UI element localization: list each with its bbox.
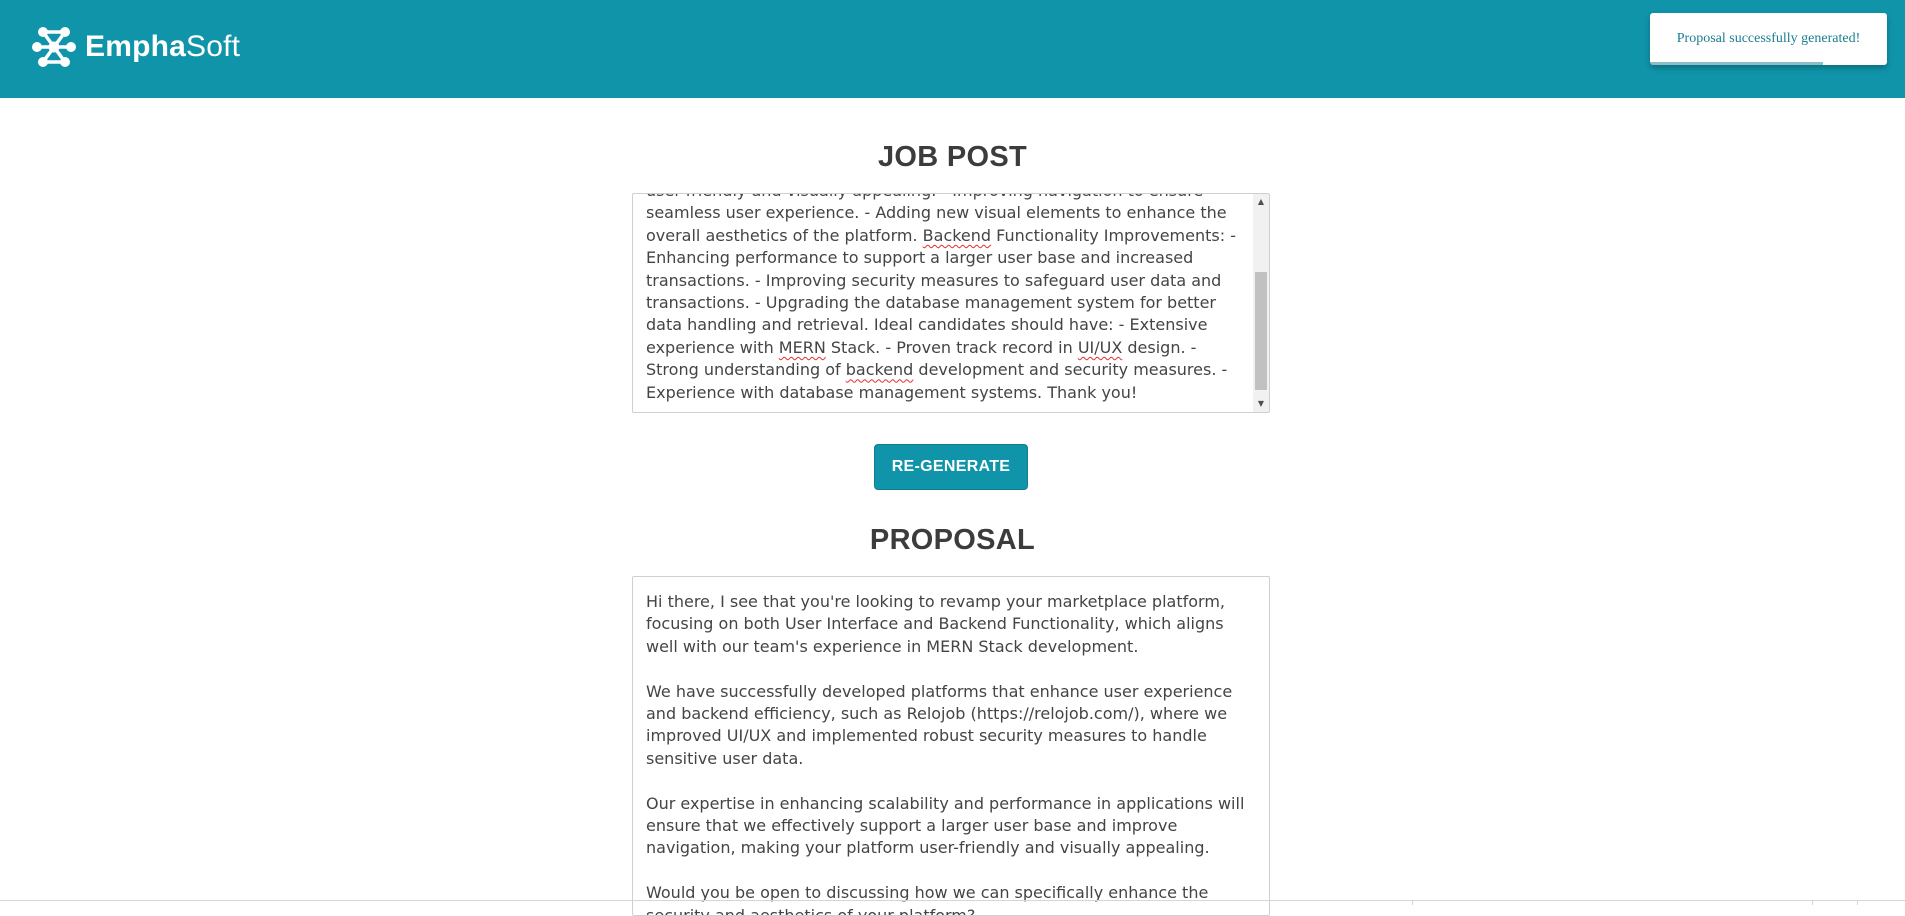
scroll-up-arrow-icon[interactable]: ▲ xyxy=(1253,194,1269,210)
success-toast[interactable]: Proposal successfully generated! xyxy=(1650,13,1887,65)
bottom-divider xyxy=(0,900,1905,901)
proposal-paragraph: We have successfully developed platforms… xyxy=(646,681,1233,768)
spellcheck-word: Backend xyxy=(922,225,992,245)
proposal-paragraph: Hi there, I see that you're looking to r… xyxy=(646,592,1225,656)
bottom-divider-tick xyxy=(1812,900,1813,905)
proposal-text: Hi there, I see that you're looking to r… xyxy=(646,591,1256,915)
proposal-title: PROPOSAL xyxy=(869,524,1036,556)
toast-message: Proposal successfully generated! xyxy=(1676,31,1861,46)
molecule-network-icon xyxy=(32,27,76,67)
textarea-scrollbar[interactable]: ▲ ▼ xyxy=(1253,194,1269,412)
proposal-textarea[interactable]: Hi there, I see that you're looking to r… xyxy=(632,576,1270,916)
spellcheck-word: backend xyxy=(845,360,914,380)
scroll-down-arrow-icon[interactable]: ▼ xyxy=(1253,396,1269,412)
spellcheck-word: MERN xyxy=(778,337,826,357)
job-post-title: JOB POST xyxy=(877,141,1028,173)
brand-logo[interactable]: EmphaSoft xyxy=(31,24,240,70)
brand-name: EmphaSoft xyxy=(85,32,240,62)
toast-progress-bar xyxy=(1650,62,1823,65)
bottom-divider-tick xyxy=(1412,900,1413,905)
job-post-text: user-friendly and visually appealing. - … xyxy=(646,194,1246,404)
spellcheck-word: UI/UX xyxy=(1077,337,1123,357)
bottom-divider-tick xyxy=(1857,900,1858,905)
scrollbar-thumb[interactable] xyxy=(1255,272,1267,390)
job-text-part: Stack. - Proven track record in xyxy=(825,337,1078,357)
regenerate-button[interactable]: RE-GENERATE xyxy=(874,444,1028,490)
brand-name-bold: Empha xyxy=(85,30,187,63)
job-post-textarea[interactable]: user-friendly and visually appealing. - … xyxy=(632,193,1270,413)
brand-name-light: Soft xyxy=(186,30,241,63)
proposal-paragraph: Our expertise in enhancing scalability a… xyxy=(646,793,1245,858)
app-header: EmphaSoft xyxy=(0,0,1905,98)
